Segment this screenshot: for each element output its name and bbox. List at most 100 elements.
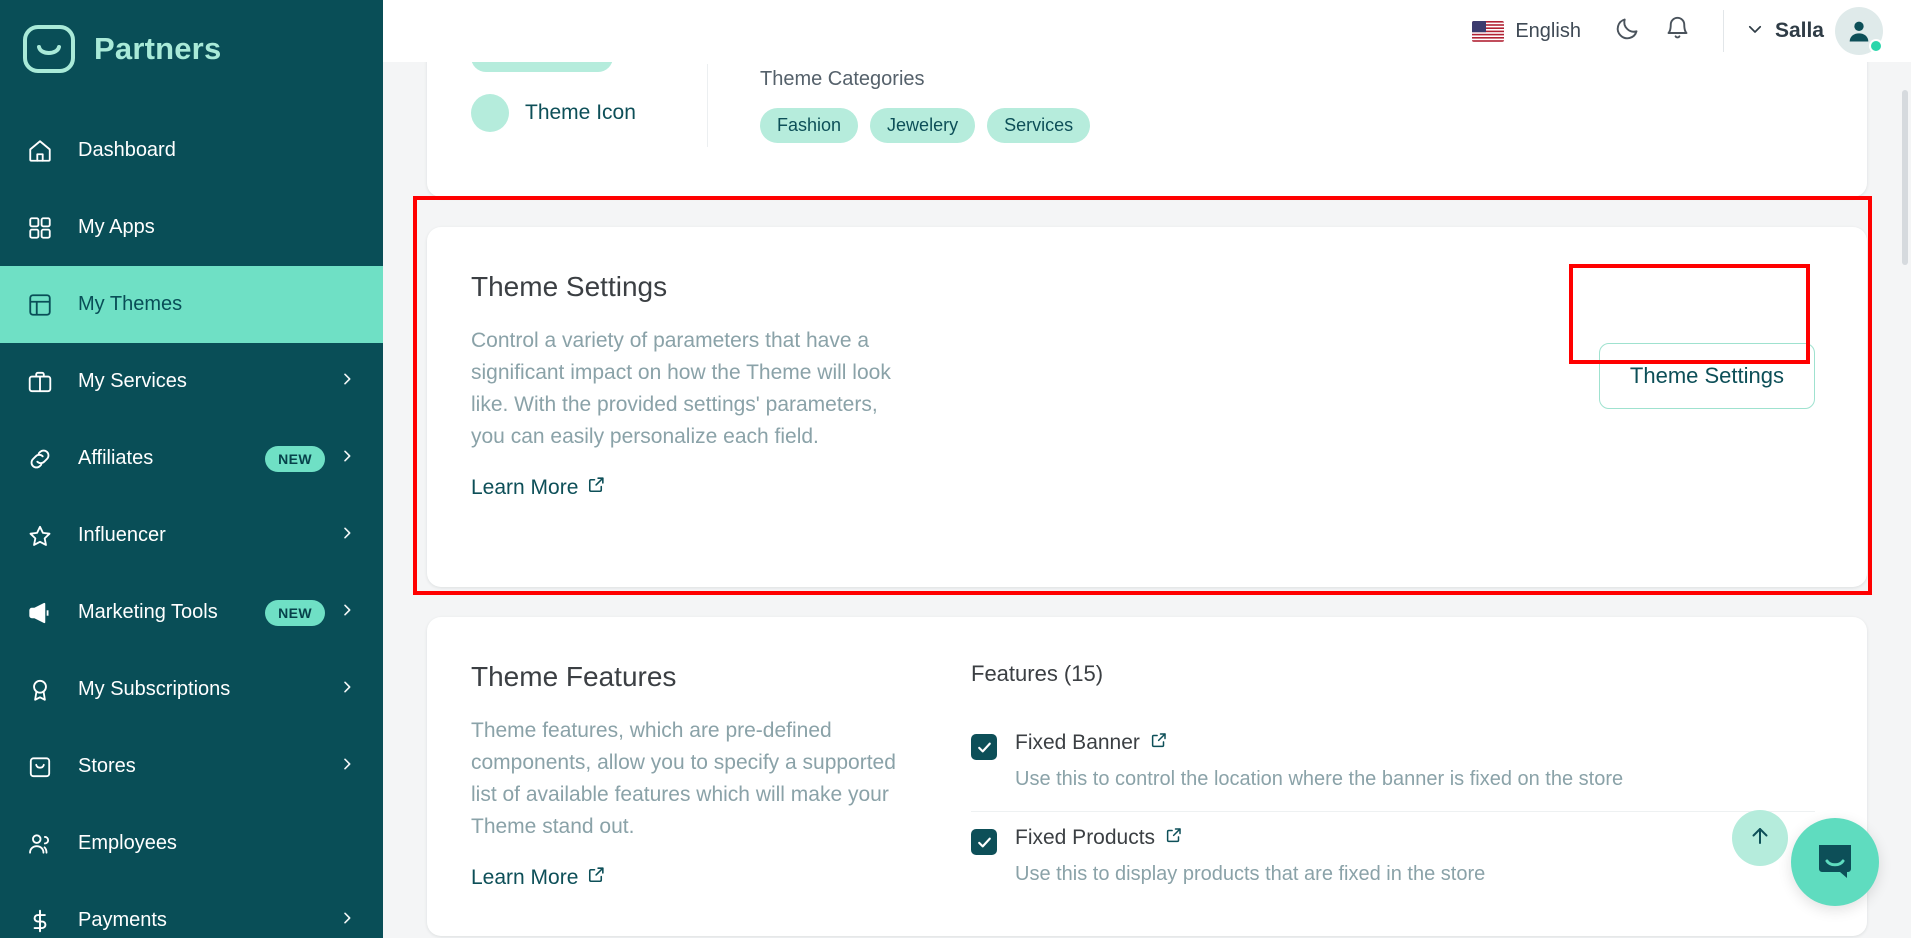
brand-header[interactable]: Partners (0, 0, 383, 98)
top-bar: English Salla (383, 0, 1911, 62)
status-badge-new: NEW (265, 445, 325, 472)
toolbar-divider (1722, 10, 1724, 52)
sidebar-item-label: Stores (78, 755, 136, 777)
feature-description: Use this to control the location where t… (1015, 768, 1624, 790)
chevron-right-icon (339, 601, 355, 624)
theme-categories-block: Theme Categories Fashion Jewelery Servic… (708, 42, 1091, 197)
star-icon (22, 518, 58, 554)
briefcase-icon (22, 364, 58, 400)
theme-settings-text: Theme Settings Control a variety of para… (471, 271, 911, 587)
theme-overview-card: Theme Icon Theme Categories Fashion Jewe… (427, 42, 1867, 197)
category-tag[interactable]: Services (987, 108, 1091, 143)
language-label: English (1515, 19, 1581, 42)
users-icon (22, 826, 58, 862)
sidebar-item-label: My Apps (78, 216, 155, 238)
sidebar-item-label: Payments (78, 909, 167, 931)
category-tag[interactable]: Fashion (760, 108, 859, 143)
sidebar-item-marketing-tools[interactable]: Marketing Tools NEW (0, 574, 383, 651)
megaphone-icon (22, 595, 58, 631)
sidebar-item-payments[interactable]: Payments (0, 882, 383, 938)
layout-icon (22, 287, 58, 323)
sidebar-item-affiliates[interactable]: Affiliates NEW (0, 420, 383, 497)
language-selector[interactable]: English (1472, 20, 1581, 43)
shopping-bag-icon (22, 749, 58, 785)
list-item: Fixed Banner Use this to control the loc… (971, 717, 1815, 812)
theme-settings-description: Control a variety of parameters that hav… (471, 329, 891, 448)
user-menu[interactable]: Salla (1746, 7, 1883, 55)
external-link-icon (587, 865, 606, 890)
notifications-button[interactable] (1657, 10, 1699, 52)
chevron-right-icon (339, 909, 355, 932)
theme-features-description: Theme features, which are pre-defined co… (471, 719, 896, 838)
learn-more-label: Learn More (471, 865, 579, 889)
external-link-icon[interactable] (1150, 731, 1168, 755)
theme-icon-block: Theme Icon (427, 42, 707, 197)
theme-features-title: Theme Features (471, 661, 677, 692)
user-name-label: Salla (1774, 19, 1824, 42)
intercom-chat-icon (1813, 838, 1857, 887)
chevron-right-icon (339, 678, 355, 701)
external-link-icon[interactable] (1165, 826, 1183, 850)
sidebar-item-label: Employees (78, 832, 177, 854)
sidebar-item-influencer[interactable]: Influencer (0, 497, 383, 574)
sidebar-item-label: My Themes (78, 293, 183, 315)
sidebar-item-label: Influencer (78, 524, 166, 546)
theme-settings-learn-more-link[interactable]: Learn More (471, 475, 606, 500)
feature-checkbox[interactable] (971, 734, 997, 760)
theme-settings-action: Theme Settings (1598, 271, 1815, 587)
sidebar-item-my-services[interactable]: My Services (0, 343, 383, 420)
feature-description: Use this to display products that are fi… (1015, 863, 1486, 885)
sidebar-item-label: My Services (78, 370, 187, 392)
status-badge-new: NEW (265, 599, 325, 626)
home-icon (22, 133, 58, 169)
chevron-right-icon (339, 524, 355, 547)
salla-bag-smile-icon (22, 22, 76, 76)
sidebar-item-label: My Subscriptions (78, 678, 231, 700)
award-icon (22, 672, 58, 708)
feature-name: Fixed Banner (1015, 731, 1140, 754)
sidebar-item-employees[interactable]: Employees (0, 805, 383, 882)
dark-mode-toggle[interactable] (1607, 10, 1649, 52)
chevron-right-icon (339, 447, 355, 470)
theme-categories-tags: Fashion Jewelery Services (760, 108, 1091, 143)
dollar-icon (22, 903, 58, 938)
sidebar-item-dashboard[interactable]: Dashboard (0, 112, 383, 189)
list-item: Fixed Products Use this to display produ… (971, 812, 1815, 906)
theme-settings-button[interactable]: Theme Settings (1598, 343, 1815, 409)
theme-settings-card: Theme Settings Control a variety of para… (427, 227, 1867, 587)
page-scrollbar[interactable] (1898, 62, 1911, 938)
theme-features-text: Theme Features Theme features, which are… (471, 661, 911, 906)
bell-icon (1664, 15, 1691, 47)
chevron-down-icon (1746, 20, 1764, 43)
sidebar-item-my-subscriptions[interactable]: My Subscriptions (0, 651, 383, 728)
sidebar-item-stores[interactable]: Stores (0, 728, 383, 805)
scrollbar-thumb[interactable] (1902, 90, 1908, 265)
sidebar-item-label: Affiliates (78, 447, 154, 469)
theme-icon-placeholder (471, 94, 509, 132)
chevron-right-icon (339, 755, 355, 778)
sidebar: Partners Dashboard My Apps My Themes My … (0, 0, 383, 938)
chevron-right-icon (339, 370, 355, 393)
theme-features-learn-more-link[interactable]: Learn More (471, 865, 606, 890)
grid-icon (22, 210, 58, 246)
online-status-dot (1869, 39, 1883, 53)
sidebar-item-label: Marketing Tools (78, 601, 218, 623)
link-icon (22, 441, 58, 477)
theme-features-list: Features (15) Fixed Banner Use this to c… (971, 661, 1815, 906)
feature-checkbox[interactable] (971, 829, 997, 855)
theme-categories-title: Theme Categories (760, 68, 925, 90)
feature-name: Fixed Products (1015, 826, 1156, 849)
avatar[interactable] (1835, 7, 1883, 55)
sidebar-item-my-apps[interactable]: My Apps (0, 189, 383, 266)
page-content: Theme Icon Theme Categories Fashion Jewe… (383, 42, 1911, 938)
feature-title-row: Fixed Banner (1015, 731, 1623, 755)
scroll-to-top-button[interactable] (1732, 810, 1788, 866)
sidebar-item-my-themes[interactable]: My Themes (0, 266, 383, 343)
sidebar-nav: Dashboard My Apps My Themes My Services … (0, 112, 383, 938)
main-area: English Salla Theme Icon Theme Categorie… (383, 0, 1911, 938)
theme-icon-label: Theme Icon (525, 101, 636, 124)
sidebar-item-label: Dashboard (78, 139, 176, 161)
learn-more-label: Learn More (471, 475, 579, 499)
category-tag[interactable]: Jewelery (870, 108, 976, 143)
chat-launcher-button[interactable] (1791, 818, 1879, 906)
